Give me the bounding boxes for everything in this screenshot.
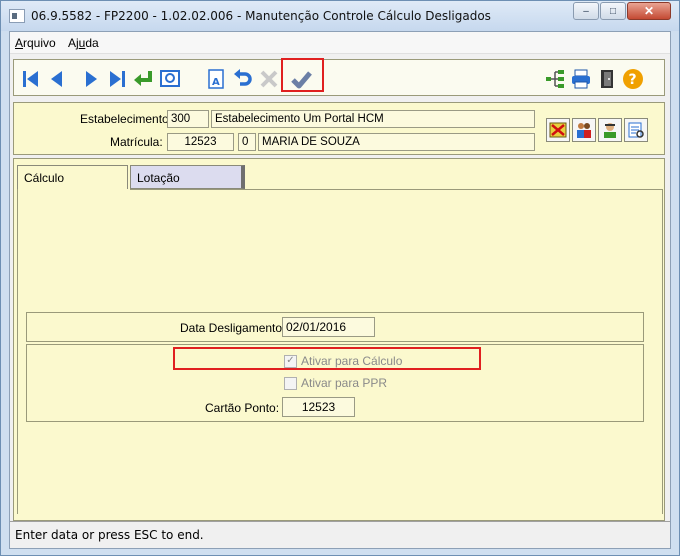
confirm-icon[interactable]: [290, 68, 312, 90]
ativar-ppr-row[interactable]: Ativar para PPR: [284, 376, 387, 390]
maximize-button[interactable]: □: [600, 2, 626, 20]
tree-icon[interactable]: [544, 68, 566, 90]
minimize-button[interactable]: –: [573, 2, 599, 20]
ativacao-group: ✓ Ativar para Cálculo Ativar para PPR Ca…: [26, 344, 644, 422]
window-controls: – □ ✕: [572, 2, 671, 20]
tab-frame-left: [17, 189, 18, 514]
tab-lotacao[interactable]: Lotação: [130, 165, 245, 189]
calendar-cancel-icon: [549, 122, 567, 138]
goto-icon[interactable]: [132, 68, 154, 90]
toolbar: A ?: [13, 58, 665, 96]
ativar-calculo-row[interactable]: ✓ Ativar para Cálculo: [284, 354, 402, 368]
estabelecimento-label: Estabelecimento:: [80, 112, 173, 126]
help-icon[interactable]: ?: [622, 68, 644, 90]
menu-ajuda[interactable]: Ajuda: [68, 36, 99, 50]
menu-arquivo[interactable]: Arquivo: [15, 36, 56, 50]
close-button[interactable]: ✕: [627, 2, 671, 20]
edit-icon[interactable]: A: [206, 68, 228, 90]
status-text: Enter data or press ESC to end.: [15, 528, 204, 542]
menu-bar: Arquivo Ajuda: [10, 32, 670, 54]
svg-text:A: A: [212, 77, 220, 88]
app-window: 06.9.5582 - FP2200 - 1.02.02.006 - Manut…: [0, 0, 680, 556]
people-icon: [577, 123, 591, 138]
report-icon: [628, 122, 644, 138]
window-title: 06.9.5582 - FP2200 - 1.02.02.006 - Manut…: [31, 9, 491, 23]
title-bar[interactable]: 06.9.5582 - FP2200 - 1.02.02.006 - Manut…: [1, 1, 679, 31]
search-icon[interactable]: [159, 68, 181, 90]
person-icon: [604, 123, 616, 138]
ativar-calculo-checkbox[interactable]: ✓: [284, 354, 297, 368]
svg-text:?: ?: [629, 72, 637, 88]
status-bar: Enter data or press ESC to end.: [10, 521, 670, 548]
matricula-digit-field[interactable]: 0: [238, 133, 256, 151]
app-icon[interactable]: [9, 9, 25, 23]
people-button[interactable]: [572, 118, 596, 142]
ativar-ppr-label: Ativar para PPR: [301, 376, 388, 390]
prev-icon[interactable]: [46, 68, 68, 90]
report-button[interactable]: [624, 118, 648, 142]
tab-divider: [130, 189, 663, 190]
exit-icon[interactable]: [596, 68, 618, 90]
print-icon[interactable]: [570, 68, 592, 90]
cartao-ponto-label: Cartão Ponto:: [205, 401, 280, 415]
desligamento-group: Data Desligamento: 02/01/2016: [26, 312, 644, 342]
calendar-cancel-button[interactable]: [546, 118, 570, 142]
data-desligamento-field[interactable]: 02/01/2016: [282, 317, 375, 337]
person-button[interactable]: [598, 118, 622, 142]
ativar-ppr-checkbox[interactable]: [284, 376, 297, 390]
header-panel: Estabelecimento: 300 Estabelecimento Um …: [13, 102, 665, 155]
main-panel: Cálculo Lotação Data Desligamento: 02/01…: [13, 158, 665, 521]
undo-icon[interactable]: [232, 68, 254, 90]
tab-calculo[interactable]: Cálculo: [17, 165, 128, 189]
last-icon[interactable]: [106, 68, 128, 90]
estabelecimento-code-field[interactable]: 300: [167, 110, 209, 128]
matricula-code-field[interactable]: 12523: [167, 133, 234, 151]
next-icon[interactable]: [80, 68, 102, 90]
data-desligamento-label: Data Desligamento:: [180, 321, 286, 335]
first-icon[interactable]: [20, 68, 42, 90]
matricula-name-field[interactable]: MARIA DE SOUZA: [258, 133, 535, 151]
tab-frame-right: [662, 189, 663, 514]
estabelecimento-name-field[interactable]: Estabelecimento Um Portal HCM: [211, 110, 535, 128]
cartao-ponto-field[interactable]: 12523: [282, 397, 355, 417]
delete-icon[interactable]: [258, 68, 280, 90]
matricula-label: Matrícula:: [110, 135, 163, 149]
client-area: Arquivo Ajuda A ? Estabelecimento: 300 E…: [9, 31, 671, 549]
ativar-calculo-label: Ativar para Cálculo: [301, 354, 403, 368]
